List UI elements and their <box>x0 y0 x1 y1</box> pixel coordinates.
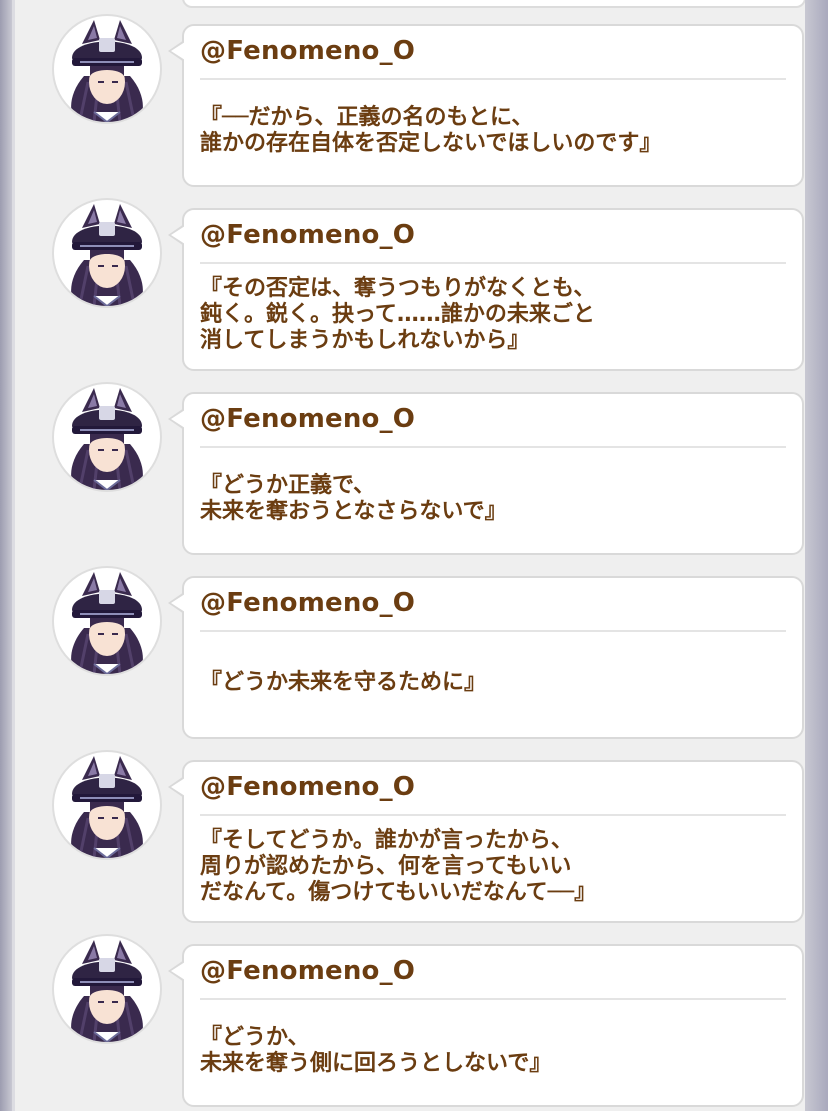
post-body: 『どうか未来を守るために』 <box>200 632 790 733</box>
post-card[interactable]: @Fenomeno_O 『そしてどうか。誰かが言ったから、 周りが認めたから、何… <box>168 760 804 923</box>
post-item: @Fenomeno_O 『そしてどうか。誰かが言ったから、 周りが認めたから、何… <box>15 736 805 923</box>
post-text-line: 未来を奪う側に回ろうとしないで』 <box>200 1050 552 1076</box>
post-text-line: 周りが認めたから、何を言ってもいい <box>200 853 572 879</box>
post-text-line: 『その否定は、奪うつもりがなくとも、 <box>200 275 596 301</box>
post-text-line: 誰かの存在自体を否定しないでほしいのです』 <box>200 130 662 156</box>
post-body: 『どうか、 未来を奪う側に回ろうとしないで』 <box>200 1000 790 1101</box>
post-username[interactable]: @Fenomeno_O <box>200 404 415 434</box>
post-username[interactable]: @Fenomeno_O <box>200 772 415 802</box>
post-item: @Fenomeno_O 『どうか未来を守るために』 <box>15 552 805 739</box>
post-body: 『──だから、正義の名のもとに、 誰かの存在自体を否定しないでほしいのです』 <box>200 80 790 181</box>
post-card[interactable]: @Fenomeno_O 『その否定は、奪うつもりがなくとも、 鈍く。鋭く。抉って… <box>168 208 804 371</box>
post-username[interactable]: @Fenomeno_O <box>200 588 415 618</box>
post-card[interactable]: @Fenomeno_O 『どうか未来を守るために』 <box>168 576 804 739</box>
post-text-line: 鈍く。鋭く。抉って……誰かの未来ごと <box>200 301 595 327</box>
post-body: 『どうか正義で、 未来を奪おうとなさらないで』 <box>200 448 790 549</box>
post-item: @Fenomeno_O 『その否定は、奪うつもりがなくとも、 鈍く。鋭く。抉って… <box>15 184 805 371</box>
post-item: @Fenomeno_O 『どうか正義で、 未来を奪おうとなさらないで』 <box>15 368 805 555</box>
fenomeno-avatar-icon[interactable] <box>52 934 162 1044</box>
fenomeno-avatar-icon[interactable] <box>52 14 162 124</box>
fenomeno-avatar-icon[interactable] <box>52 566 162 676</box>
post-text-line: 未来を奪おうとなさらないで』 <box>200 498 507 524</box>
post-item: @Fenomeno_O 『──だから、正義の名のもとに、 誰かの存在自体を否定し… <box>15 0 805 187</box>
post-username[interactable]: @Fenomeno_O <box>200 36 415 66</box>
post-text-line: 消してしまうかもしれないから』 <box>200 327 530 353</box>
post-card[interactable]: @Fenomeno_O 『どうか、 未来を奪う側に回ろうとしないで』 <box>168 944 804 1107</box>
post-text-line: だなんて。傷つけてもいいだなんて──』 <box>200 879 597 905</box>
post-text-line: 『そしてどうか。誰かが言ったから、 <box>200 827 573 853</box>
post-text-line: 『どうか、 <box>200 1024 310 1050</box>
post-feed[interactable]: @Fenomeno_O 『──だから、正義の名のもとに、 誰かの存在自体を否定し… <box>15 0 815 1111</box>
post-item: @Fenomeno_O 『どうか、 未来を奪う側に回ろうとしないで』 <box>15 920 805 1107</box>
window-frame-left <box>0 0 12 1111</box>
window-frame-right <box>805 0 828 1111</box>
post-card[interactable]: @Fenomeno_O 『どうか正義で、 未来を奪おうとなさらないで』 <box>168 392 804 555</box>
post-card[interactable]: @Fenomeno_O 『──だから、正義の名のもとに、 誰かの存在自体を否定し… <box>168 24 804 187</box>
fenomeno-avatar-icon[interactable] <box>52 198 162 308</box>
fenomeno-avatar-icon[interactable] <box>52 750 162 860</box>
post-username[interactable]: @Fenomeno_O <box>200 220 415 250</box>
post-text-line: 『どうか未来を守るために』 <box>200 669 487 695</box>
post-username[interactable]: @Fenomeno_O <box>200 956 415 986</box>
fenomeno-avatar-icon[interactable] <box>52 382 162 492</box>
post-text-line: 『──だから、正義の名のもとに、 <box>200 104 534 130</box>
post-body: 『その否定は、奪うつもりがなくとも、 鈍く。鋭く。抉って……誰かの未来ごと 消し… <box>200 264 790 365</box>
post-body: 『そしてどうか。誰かが言ったから、 周りが認めたから、何を言ってもいい だなんて… <box>200 816 790 917</box>
post-text-line: 『どうか正義で、 <box>200 472 376 498</box>
